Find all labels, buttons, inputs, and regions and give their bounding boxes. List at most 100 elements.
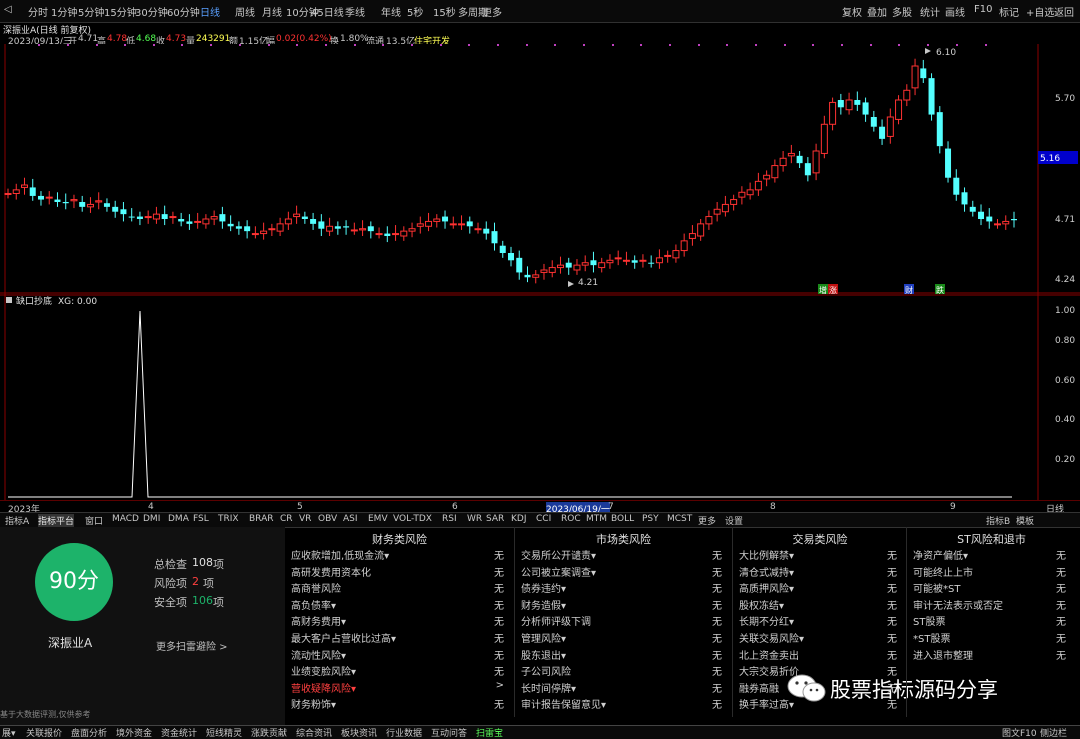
period-5[interactable]: 60分钟 [167, 4, 200, 19]
indicator-tab-17[interactable]: SAR [486, 514, 504, 524]
risk-item-name[interactable]: 应收款增加,低现金流▾ [291, 547, 389, 562]
bottom-tab-10[interactable]: 互动问答 [431, 726, 467, 739]
indicator-tab-23[interactable]: PSY [642, 514, 659, 524]
bottom-tab-0[interactable]: 展▾ [2, 726, 16, 739]
risk-item[interactable]: 分析师评级下调 无 [521, 613, 726, 630]
bottom-tab-5[interactable]: 短线精灵 [206, 726, 242, 739]
risk-item-name[interactable]: 高财务费用▾ [291, 613, 346, 628]
risk-item-name[interactable]: 高负债率▾ [291, 597, 336, 612]
toolbar-right-0[interactable]: 复权 [842, 4, 862, 19]
risk-item-name[interactable]: 股东退出▾ [521, 647, 566, 662]
risk-item[interactable]: 高商誉风险 无 [291, 580, 508, 597]
period-7[interactable]: 周线 [235, 4, 255, 19]
risk-item[interactable]: 长期不分红▾ 无 [739, 613, 901, 630]
risk-item[interactable]: 交易所公开谴责▾ 无 [521, 547, 726, 564]
risk-item[interactable]: 财务粉饰▾ 无 [291, 696, 508, 713]
risk-item-name[interactable]: 财务粉饰▾ [291, 696, 336, 711]
period-8[interactable]: 月线 [262, 4, 282, 19]
risk-item[interactable]: 审计无法表示或否定 无 [913, 597, 1070, 614]
risk-item[interactable]: 子公司风险 无 [521, 663, 726, 680]
indicator-tab-1[interactable]: 指标平台 [38, 514, 75, 527]
risk-item-name[interactable]: 子公司风险 [521, 663, 571, 678]
indicator-tab-22[interactable]: BOLL [611, 514, 634, 524]
bottom-tab-4[interactable]: 资金统计 [161, 726, 197, 739]
indicator-tab-25[interactable]: 更多 [698, 514, 716, 527]
indicator-tab-16[interactable]: WR [467, 514, 482, 524]
risk-item-name[interactable]: 可能终止上市 [913, 564, 973, 579]
risk-item[interactable]: 大宗交易折价 无 [739, 663, 901, 680]
risk-item-name[interactable]: 换手率过高▾ [739, 696, 794, 711]
risk-item-name[interactable]: 高商誉风险 [291, 580, 341, 595]
toolbar-right-3[interactable]: 统计 [920, 4, 940, 19]
risk-item-name[interactable]: 进入退市整理 [913, 647, 973, 662]
period-3[interactable]: 15分钟 [104, 4, 137, 19]
period-10[interactable]: 45日线 [311, 4, 344, 19]
toolbar-right-2[interactable]: 多股 [892, 4, 912, 19]
toolbar-right-1[interactable]: 叠加 [867, 4, 887, 19]
risk-item-name[interactable]: ST股票 [913, 613, 945, 628]
risk-item-name[interactable]: 长时间停牌▾ [521, 680, 576, 695]
indicator-tab-26[interactable]: 设置 [725, 514, 743, 527]
toolbar-right-4[interactable]: 画线 [945, 4, 965, 19]
bottom-tab-1[interactable]: 关联报价 [26, 726, 62, 739]
back-arrow-icon[interactable]: ◁ [4, 4, 12, 15]
risk-item[interactable]: 关联交易风险▾ 无 [739, 630, 901, 647]
risk-item-name[interactable]: *ST股票 [913, 630, 950, 645]
risk-item-name[interactable]: 净资产偏低▾ [913, 547, 968, 562]
risk-item-name[interactable]: 流动性风险▾ [291, 647, 346, 662]
indicator-tab-13[interactable]: EMV [368, 514, 388, 524]
indicator-tab-15[interactable]: RSI [442, 514, 457, 524]
indicator-tab-7[interactable]: TRIX [218, 514, 239, 524]
period-1[interactable]: 1分钟 [51, 4, 77, 19]
bottom-right-0[interactable]: 图文F10 [1002, 726, 1037, 739]
period-14[interactable]: 15秒 [433, 4, 456, 19]
period-4[interactable]: 30分钟 [135, 4, 168, 19]
period-11[interactable]: 季线 [345, 4, 365, 19]
risk-item[interactable]: 大比例解禁▾ 无 [739, 547, 901, 564]
risk-item-name[interactable]: 审计无法表示或否定 [913, 597, 1003, 612]
risk-item[interactable]: 融券高融 无 [739, 680, 901, 697]
period-13[interactable]: 5秒 [407, 4, 423, 19]
risk-item[interactable]: 高财务费用▾ 无 [291, 613, 508, 630]
indicator-tab-9[interactable]: CR [280, 514, 293, 524]
risk-item[interactable]: 股权冻结▾ 无 [739, 597, 901, 614]
risk-item[interactable]: 股东退出▾ 无 [521, 647, 726, 664]
risk-item-name[interactable]: 高质押风险▾ [739, 580, 794, 595]
indicator-tab-12[interactable]: ASI [343, 514, 358, 524]
risk-item[interactable]: 债券违约▾ 无 [521, 580, 726, 597]
risk-item[interactable]: 北上资金卖出 无 [739, 647, 901, 664]
risk-item-name[interactable]: 交易所公开谴责▾ [521, 547, 596, 562]
indicator-tab-6[interactable]: FSL [193, 514, 209, 524]
risk-item[interactable]: 高研发费用资本化 无 [291, 564, 508, 581]
risk-item-name[interactable]: 财务造假▾ [521, 597, 566, 612]
indicator-tab-2[interactable]: 窗口 [85, 514, 103, 527]
risk-item[interactable]: 净资产偏低▾ 无 [913, 547, 1070, 564]
indicator-title[interactable]: 缺口抄底 [16, 295, 52, 307]
risk-item[interactable]: 业绩变脸风险▾ 无 [291, 663, 508, 680]
risk-item-name[interactable]: 分析师评级下调 [521, 613, 591, 628]
indicator-tab-18[interactable]: KDJ [511, 514, 527, 524]
risk-item-name[interactable]: 管理风险▾ [521, 630, 566, 645]
period-16[interactable]: 更多 [482, 4, 502, 19]
indicator-menu-icon[interactable] [6, 297, 12, 303]
more-scan-link[interactable]: 更多扫雷避险 > [156, 638, 228, 653]
risk-item[interactable]: *ST股票 无 [913, 630, 1070, 647]
bottom-tab-11[interactable]: 扫雷宝 [476, 726, 503, 739]
bottom-tab-6[interactable]: 涨跌贡献 [251, 726, 287, 739]
risk-item[interactable]: 可能被*ST 无 [913, 580, 1070, 597]
bottom-tab-7[interactable]: 综合资讯 [296, 726, 332, 739]
period-2[interactable]: 5分钟 [78, 4, 104, 19]
risk-item-name[interactable]: 长期不分红▾ [739, 613, 794, 628]
indicator-tab-3[interactable]: MACD [112, 514, 139, 524]
risk-item-name[interactable]: 大比例解禁▾ [739, 547, 794, 562]
risk-item[interactable]: 公司被立案调查▾ 无 [521, 564, 726, 581]
risk-item[interactable]: 应收款增加,低现金流▾ 无 [291, 547, 508, 564]
bottom-right-1[interactable]: 侧边栏 [1040, 726, 1067, 739]
risk-item-name[interactable]: 公司被立案调查▾ [521, 564, 596, 579]
risk-item-name[interactable]: 股权冻结▾ [739, 597, 784, 612]
risk-item-name[interactable]: 可能被*ST [913, 580, 960, 595]
indicator-tab-19[interactable]: CCI [536, 514, 551, 524]
risk-item-name[interactable]: 清仓式减持▾ [739, 564, 794, 579]
toolbar-right-5[interactable]: F10 [974, 4, 992, 15]
risk-item[interactable]: 高负债率▾ 无 [291, 597, 508, 614]
